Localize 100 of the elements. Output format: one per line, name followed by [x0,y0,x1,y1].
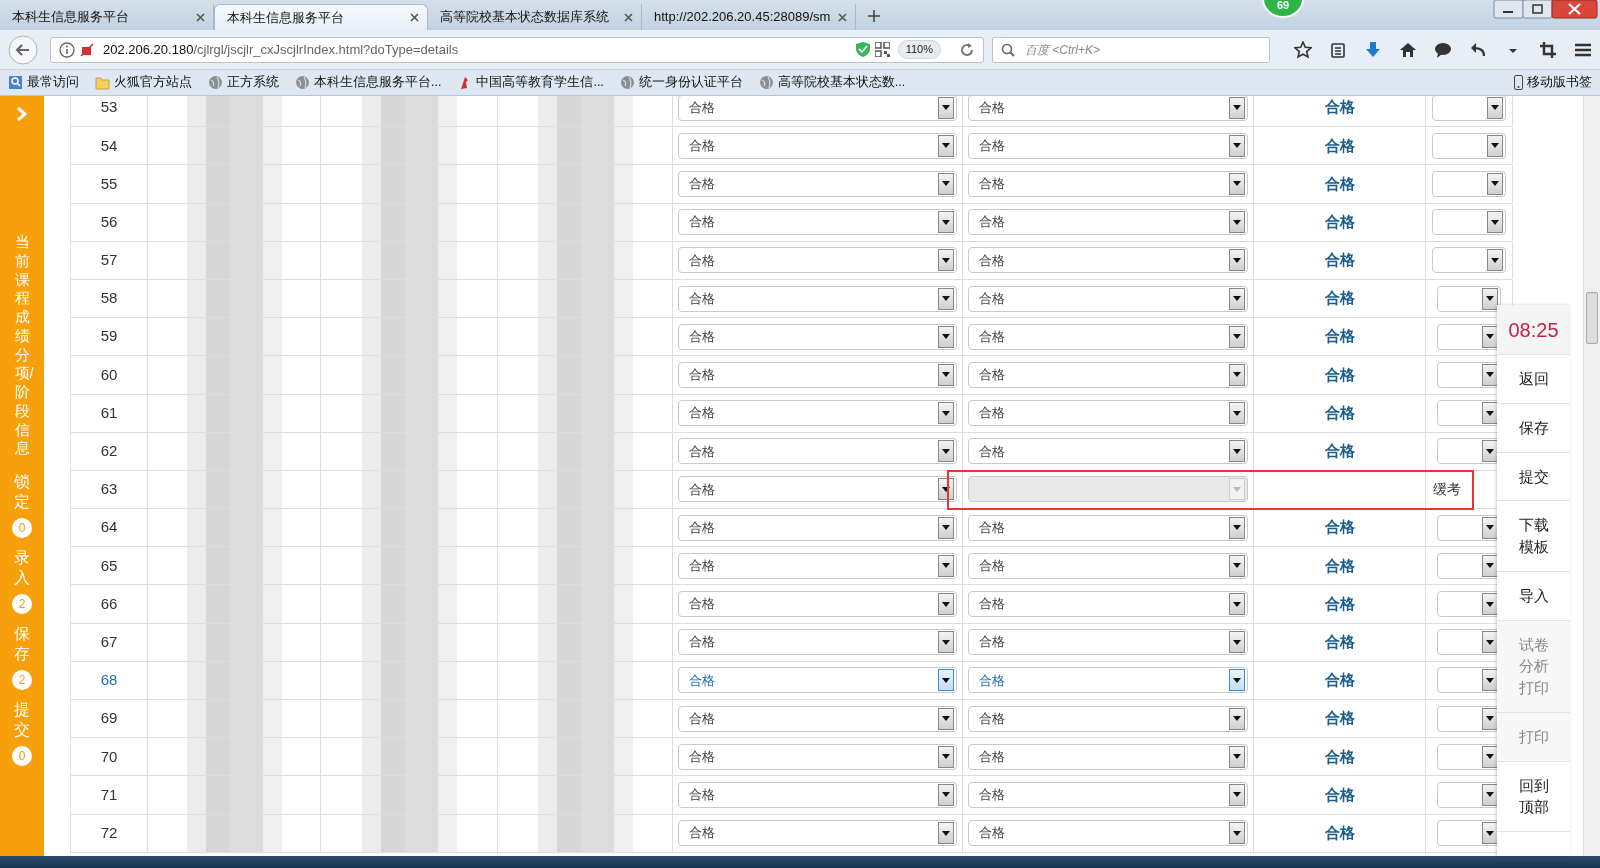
result-text: 合格 [1324,326,1355,347]
address-bar[interactable]: 202.206.20.180/cjlrgl/jscjlr_cxJscjlrIndex.html?doType=details 110% [50,36,984,63]
phone-icon [1514,75,1523,90]
close-icon[interactable] [624,12,633,22]
caret-icon [1229,172,1245,195]
action-button[interactable]: 回到顶部 [1497,761,1570,832]
caret-icon [1482,669,1498,692]
bookmark-link[interactable]: 正方系统 [227,73,279,92]
home-icon[interactable] [1399,40,1417,59]
grade-select[interactable]: 合格 [678,514,957,541]
grade-select[interactable]: 合格 [968,781,1248,808]
grade-select[interactable]: 合格 [678,705,957,732]
grade-select[interactable]: 合格 [678,552,957,579]
crop-icon[interactable] [1539,40,1557,59]
caret-icon [938,402,954,425]
row-number: 66 [100,593,118,614]
caret-icon [938,172,954,195]
caret-icon [1482,822,1498,845]
grade-select[interactable]: 合格 [968,323,1248,350]
result-text: 合格 [1324,631,1355,652]
bookmark-link[interactable]: 移动版书签 [1527,73,1592,92]
grade-select[interactable]: 合格 [678,629,957,656]
bookmark-star-icon[interactable] [1294,40,1312,59]
grade-select[interactable]: 合格 [968,361,1248,388]
grade-select[interactable]: 合格 [968,132,1248,159]
grade-select[interactable]: 合格 [678,323,957,350]
grade-select[interactable]: 合格 [968,629,1248,656]
grade-select[interactable]: 合格 [678,781,957,808]
grade-select[interactable]: 合格 [968,285,1248,312]
grade-select[interactable]: 合格 [968,743,1248,770]
grade-select[interactable]: 合格 [968,514,1248,541]
back-icon[interactable] [8,34,38,65]
caret-icon [1487,134,1503,157]
grade-select[interactable]: 合格 [968,705,1248,732]
grade-select[interactable]: 合格 [678,438,957,465]
browser-tab[interactable]: 本科生信息服务平台 [214,4,428,30]
grade-select[interactable]: 合格 [968,591,1248,618]
grade-select[interactable]: 合格 [678,400,957,427]
action-button[interactable]: 返回 [1497,355,1570,404]
grade-select[interactable]: 合格 [968,247,1248,274]
grade-select[interactable]: 合格 [678,170,957,197]
grade-select[interactable]: 合格 [678,361,957,388]
status-select[interactable] [1432,247,1506,274]
grade-select[interactable]: 合格 [968,400,1248,427]
action-button[interactable]: 提交 [1497,452,1570,502]
status-select[interactable] [1432,132,1506,159]
search-field[interactable]: 百度 <Ctrl+K> [992,36,1270,63]
caret-icon [938,363,954,386]
caret-icon [1229,478,1245,501]
grade-select[interactable]: 合格 [968,820,1248,847]
close-icon[interactable] [410,13,419,22]
result-text: 合格 [1324,708,1355,729]
caret-icon [1482,631,1498,654]
grade-select[interactable]: 合格 [678,743,957,770]
bookmark-link[interactable]: 本科生信息服务平台... [314,73,442,92]
chevron-right-icon[interactable] [16,107,28,121]
grade-select[interactable]: 合格 [678,247,957,274]
bookmark-link[interactable]: 最常访问 [27,73,79,92]
grade-select[interactable]: 合格 [678,96,957,121]
qr-code-icon[interactable] [874,42,890,57]
caret-icon [1229,325,1245,348]
row-number: 63 [100,479,118,500]
status-select[interactable] [1437,285,1501,312]
bookmark-link[interactable]: 火狐官方站点 [114,73,192,92]
status-select[interactable] [1432,209,1506,236]
grade-select[interactable]: 合格 [678,820,957,847]
action-button[interactable]: 下载模板 [1497,501,1570,572]
search-input[interactable]: 百度 <Ctrl+K> [1023,39,1261,60]
status-select[interactable] [1432,170,1506,197]
grade-select[interactable]: 合格 [678,209,957,236]
chat-icon[interactable] [1434,40,1452,59]
grade-select[interactable]: 合格 [678,667,957,694]
grade-select[interactable]: 合格 [968,667,1248,694]
grade-select[interactable]: 合格 [968,209,1248,236]
grade-select[interactable]: 合格 [678,285,957,312]
reader-icon[interactable] [1329,40,1347,59]
window-controls-icon[interactable] [1493,0,1598,20]
caret-icon [1482,745,1498,768]
grade-select[interactable]: 合格 [968,552,1248,579]
action-button[interactable]: 导入 [1497,571,1570,621]
new-tab-icon[interactable] [868,10,880,22]
grade-select[interactable]: 合格 [678,591,957,618]
bookmark-link[interactable]: 统一身份认证平台 [638,73,743,92]
bookmark-link[interactable]: 中国高等教育学生信... [476,73,604,92]
grade-select[interactable]: 合格 [678,476,957,503]
action-button[interactable]: 保存 [1497,403,1570,453]
download-icon[interactable] [1364,40,1382,59]
scrollbar[interactable] [1583,96,1600,856]
bookmark-link[interactable]: 高等院校基本状态数... [777,73,906,92]
grade-select[interactable]: 合格 [968,438,1248,465]
grade-select[interactable]: 合格 [968,96,1248,121]
zoom-level[interactable]: 110% [897,40,941,59]
close-icon[interactable] [196,12,205,22]
status-select[interactable] [1432,96,1506,121]
close-icon[interactable] [838,12,847,22]
reload-icon[interactable] [959,41,975,58]
caret-icon [1487,249,1503,272]
grade-select[interactable]: 合格 [968,170,1248,197]
row-number: 56 [100,211,118,232]
grade-select[interactable]: 合格 [678,132,957,159]
